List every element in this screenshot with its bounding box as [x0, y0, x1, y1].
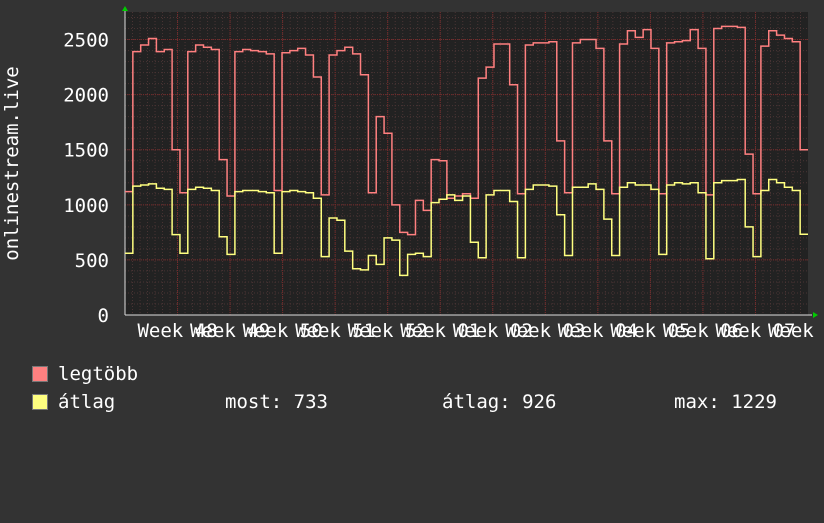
stat-maximum: max: 1229	[674, 391, 777, 413]
legend-label-avg: átlag	[58, 391, 116, 413]
y-tick-label: 0	[98, 305, 109, 327]
legend-row-avg: átlag most: 733 átlag: 926 max: 1229	[32, 391, 824, 413]
stat-current: most: 733	[225, 391, 328, 413]
x-tick-label: Week 08	[768, 320, 824, 340]
stat-average: átlag: 926	[442, 391, 557, 413]
legend-swatch-max	[32, 366, 48, 382]
y-tick-label: 2500	[63, 30, 109, 52]
y-axis-arrow	[122, 6, 128, 11]
y-axis-label: onlinestream.live	[1, 66, 23, 260]
x-axis-arrow	[813, 312, 818, 318]
y-tick-label: 500	[75, 250, 109, 272]
chart-svg: 05001000150020002500Week 48Week 49Week 5…	[1, 6, 824, 342]
legend-swatch-avg	[32, 394, 48, 410]
legend-row-max: legtöbb	[32, 363, 432, 385]
legend-label-max: legtöbb	[58, 363, 139, 385]
y-tick-label: 1000	[63, 195, 109, 217]
y-tick-label: 2000	[63, 85, 109, 107]
y-tick-label: 1500	[63, 140, 109, 162]
